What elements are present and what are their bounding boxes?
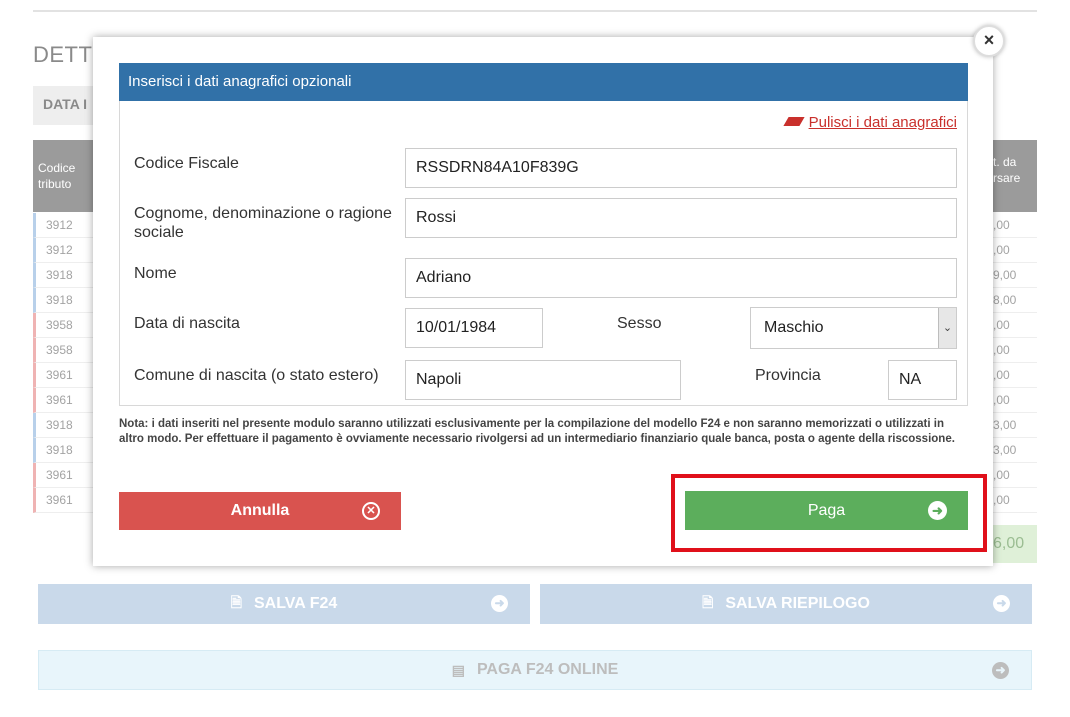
table-row-code: 3912 (33, 213, 93, 238)
provincia-field[interactable]: NA (888, 360, 957, 400)
table-row-amount: 3,00 (993, 413, 1037, 438)
close-circle-icon: ✕ (362, 502, 380, 520)
table-header-importo-line2: rsare (993, 171, 1021, 185)
table-header-importo-line1: t. da (993, 155, 1017, 169)
close-modal-button[interactable]: × (973, 25, 1005, 57)
cognome-field[interactable]: Rossi (405, 198, 957, 238)
cognome-label: Cognome, denominazione o ragione sociale (134, 205, 392, 241)
save-f24-button[interactable]: 🗎 SALVA F24 ➜ (38, 584, 530, 624)
credit-card-icon: ▤ (451, 661, 465, 678)
table-row-amount: ,00 (993, 313, 1037, 338)
table-row-code: 3918 (33, 263, 93, 288)
table-row-amount: ,00 (993, 213, 1037, 238)
save-f24-label: SALVA F24 (253, 595, 338, 612)
comune-field[interactable]: Napoli (405, 360, 681, 400)
table-row-code: 3918 (33, 438, 93, 463)
clear-data-label: Pulisci i dati anagrafici (808, 114, 957, 131)
save-summary-label: SALVA RIEPILOGO (725, 595, 870, 612)
table-row-code: 3961 (33, 363, 93, 388)
arrow-right-icon: ➜ (992, 662, 1009, 679)
table-row-code: 3961 (33, 388, 93, 413)
pay-button-highlight (671, 474, 987, 552)
sesso-select[interactable]: Maschio ⌄ (750, 307, 957, 349)
table-row-amount: 3,00 (993, 438, 1037, 463)
table-header-importo: t. da rsare (993, 140, 1037, 212)
table-row-amount: 8,00 (993, 288, 1037, 313)
table-row-code: 3961 (33, 488, 93, 513)
table-row-code: 3961 (33, 463, 93, 488)
chevron-down-icon: ⌄ (938, 308, 956, 348)
table-row-amount: 9,00 (993, 263, 1037, 288)
data-nascita-field[interactable]: 10/01/1984 (405, 308, 543, 348)
modal-form: Pulisci i dati anagrafici Codice Fiscale… (119, 101, 968, 406)
cancel-button[interactable]: Annulla ✕ (119, 492, 401, 530)
table-header-codice-line2: tributo (38, 177, 72, 191)
table-row-amount: ,00 (993, 338, 1037, 363)
table-row-amount: ,00 (993, 388, 1037, 413)
codice-fiscale-label: Codice Fiscale (134, 155, 239, 172)
eraser-icon (782, 117, 805, 126)
nome-label: Nome (134, 265, 177, 282)
table-row-code: 3958 (33, 338, 93, 363)
pay-online-button[interactable]: ▤ PAGA F24 ONLINE ➜ (38, 650, 1032, 690)
arrow-right-icon: ➜ (491, 595, 508, 612)
table-row-amount: ,00 (993, 238, 1037, 263)
table-row-code: 3918 (33, 413, 93, 438)
table-row-amount: ,00 (993, 463, 1037, 488)
page: DETT DATA I Codice tributo t. da rsare 3… (0, 0, 1070, 717)
table-row-amount: ,00 (993, 488, 1037, 513)
pay-online-label: PAGA F24 ONLINE (476, 661, 619, 678)
pdf-icon: 🗎 (230, 594, 242, 610)
privacy-note: Nota: i dati inseriti nel presente modul… (119, 418, 955, 445)
table-row-code: 3918 (33, 288, 93, 313)
pdf-icon: 🗎 (702, 594, 714, 610)
nome-field[interactable]: Adriano (405, 258, 957, 298)
table-header-codice: Codice tributo (33, 140, 93, 212)
provincia-label: Provincia (755, 367, 821, 384)
clear-data-link[interactable]: Pulisci i dati anagrafici (782, 114, 957, 131)
save-summary-button[interactable]: 🗎 SALVA RIEPILOGO ➜ (540, 584, 1032, 624)
table-total: 6,00 (993, 525, 1037, 563)
table-row-amount: ,00 (993, 363, 1037, 388)
table-header-codice-line1: Codice (38, 161, 76, 175)
comune-label: Comune di nascita (o stato estero) (134, 367, 379, 384)
sesso-value: Maschio (764, 319, 824, 336)
codice-fiscale-field[interactable]: RSSDRN84A10F839G (405, 148, 957, 188)
arrow-right-icon: ➜ (993, 595, 1010, 612)
data-nascita-label: Data di nascita (134, 315, 240, 332)
table-row-code: 3958 (33, 313, 93, 338)
modal-header: Inserisci i dati anagrafici opzionali (119, 63, 968, 101)
top-divider (33, 10, 1037, 12)
sesso-label: Sesso (617, 315, 662, 332)
cancel-label: Annulla (230, 502, 290, 519)
table-row-code: 3912 (33, 238, 93, 263)
page-title: DETT (33, 42, 93, 67)
